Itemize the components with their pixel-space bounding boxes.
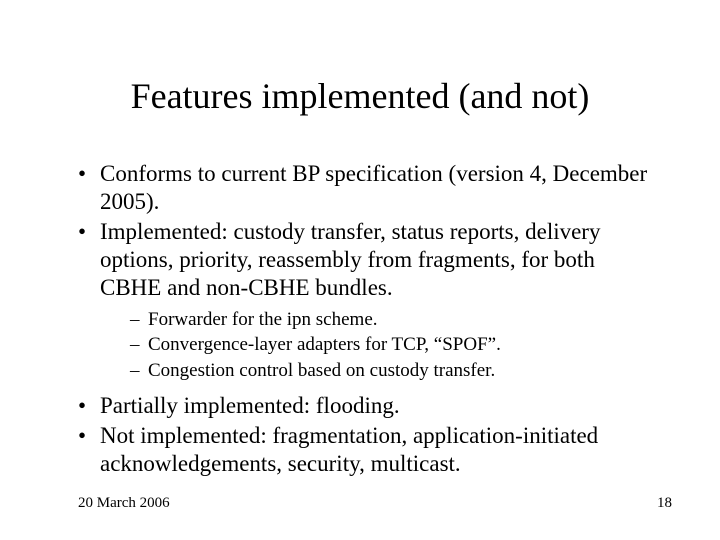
bullet-item: Partially implemented: flooding. [78,392,660,420]
sub-bullet-item: Convergence-layer adapters for TCP, “SPO… [130,333,660,356]
slide-body: Conforms to current BP specification (ve… [78,160,660,480]
footer-page-number: 18 [657,495,672,512]
bullet-text: Conforms to current BP specification (ve… [100,161,647,214]
bullet-item: Not implemented: fragmentation, applicat… [78,422,660,478]
sub-bullet-item: Forwarder for the ipn scheme. [130,308,660,331]
footer-date: 20 March 2006 [78,495,170,512]
sub-bullet-list: Forwarder for the ipn scheme. Convergenc… [100,308,660,382]
sub-bullet-text: Convergence-layer adapters for TCP, “SPO… [148,334,501,355]
sub-bullet-text: Forwarder for the ipn scheme. [148,309,378,330]
bullet-list: Conforms to current BP specification (ve… [78,160,660,478]
bullet-text: Partially implemented: flooding. [100,393,400,418]
slide: Features implemented (and not) Conforms … [0,0,720,540]
slide-title: Features implemented (and not) [0,75,720,117]
sub-bullet-text: Congestion control based on custody tran… [148,360,495,381]
sub-bullet-item: Congestion control based on custody tran… [130,359,660,382]
bullet-text: Implemented: custody transfer, status re… [100,219,600,300]
bullet-item: Implemented: custody transfer, status re… [78,218,660,382]
bullet-item: Conforms to current BP specification (ve… [78,160,660,216]
bullet-text: Not implemented: fragmentation, applicat… [100,423,598,476]
